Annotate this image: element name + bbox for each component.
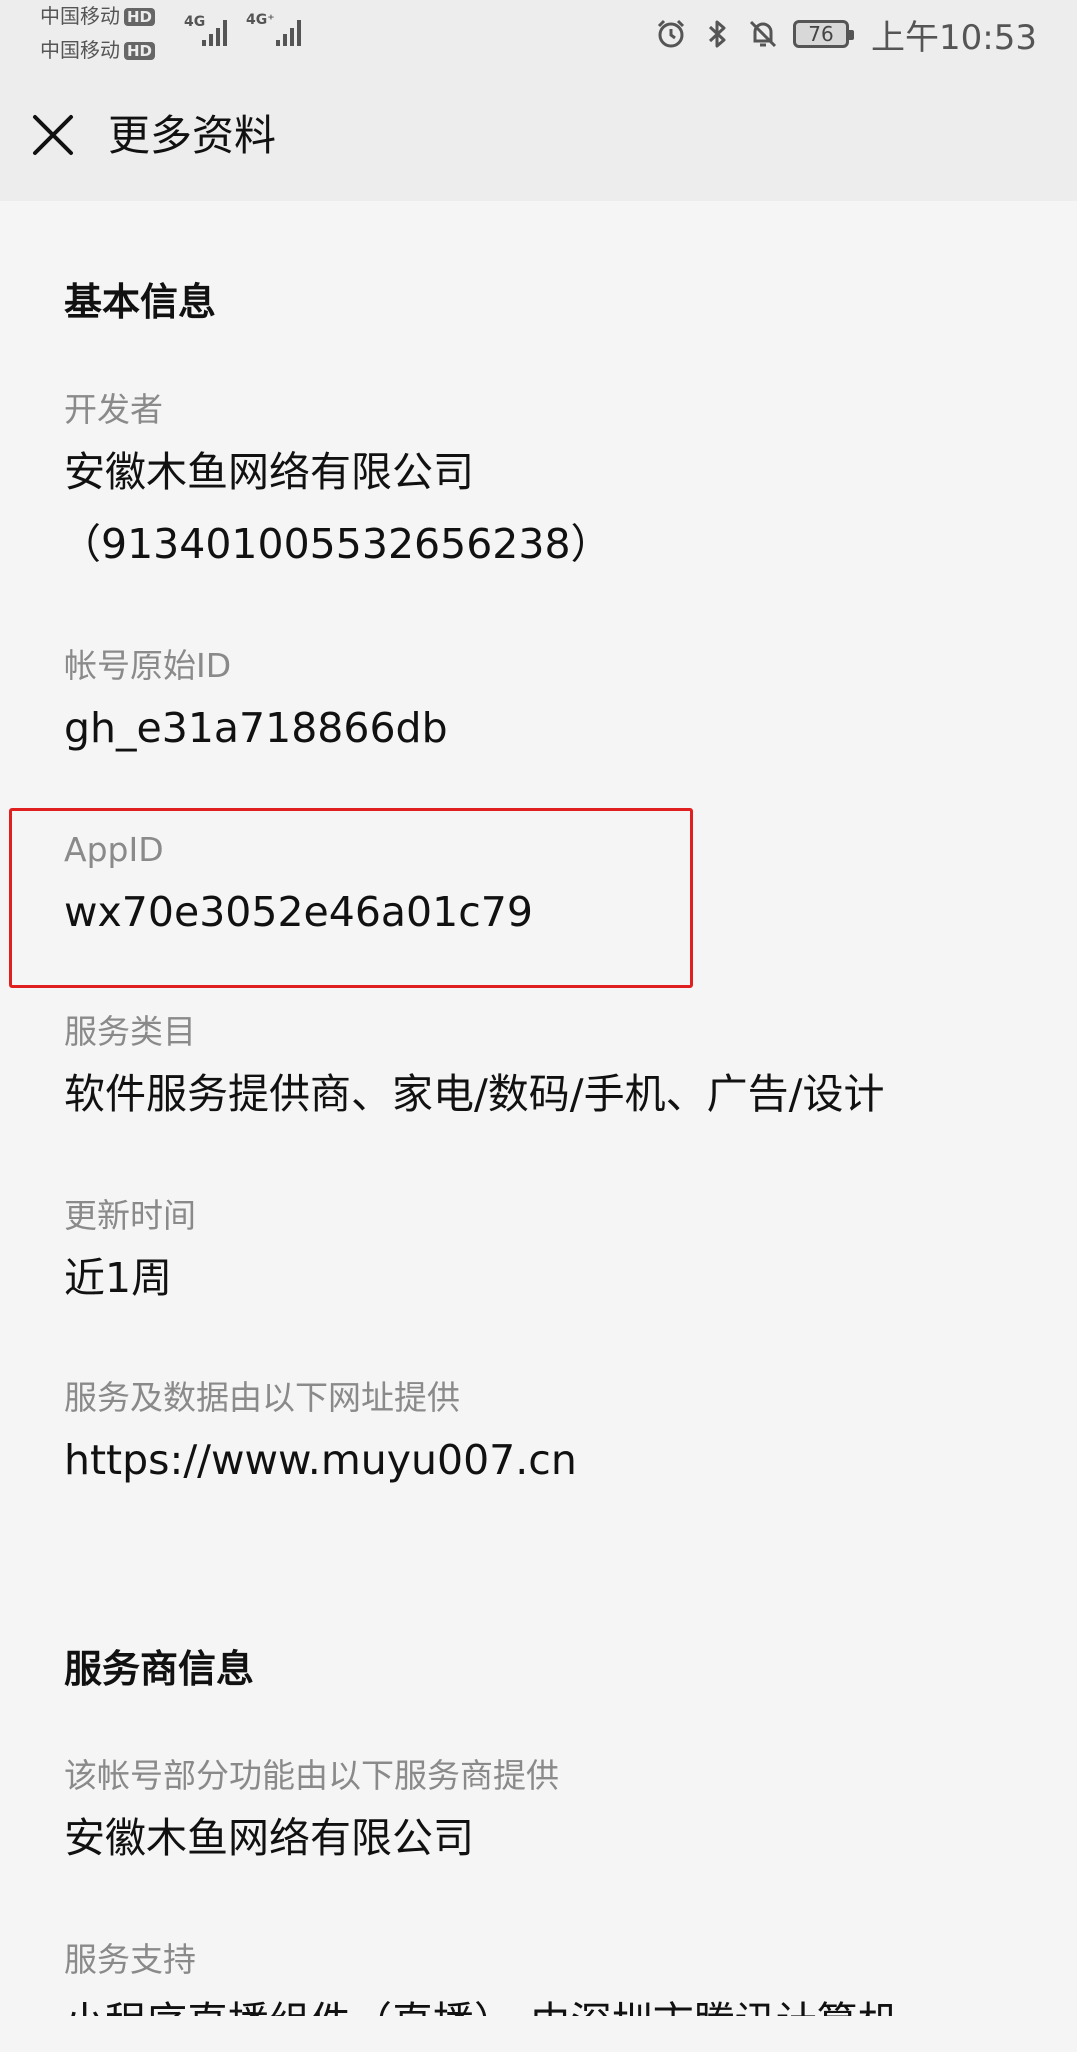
carrier-1: 中国移动 HD	[40, 4, 156, 28]
original-id-label: 帐号原始ID	[64, 646, 232, 685]
support-label: 服务支持	[64, 1940, 196, 1979]
developer-label: 开发者	[64, 390, 163, 429]
alarm-icon	[657, 19, 685, 48]
carrier-1-label: 中国移动	[40, 4, 120, 28]
provider-value: 安徽木鱼网络有限公司	[64, 1814, 474, 1862]
network-type-2: 4G⁺	[246, 12, 275, 28]
signal-bars-2-icon	[276, 14, 301, 46]
status-right: 76 上午10:53	[655, 8, 1037, 60]
title-bar: 更多资料	[0, 68, 1077, 201]
close-button[interactable]	[24, 106, 82, 164]
url-label: 服务及数据由以下网址提供	[64, 1378, 460, 1417]
section-title-basic-info: 基本信息	[64, 280, 217, 324]
section-title-provider-info: 服务商信息	[64, 1647, 255, 1691]
developer-code: （91340100553265623​8）	[60, 520, 612, 568]
provider-label: 该帐号部分功能由以下服务商提供	[64, 1756, 559, 1795]
mute-bell-icon	[749, 20, 777, 48]
category-value: 软件服务提供商、家电/数码/手机、广告/设计	[64, 1070, 885, 1118]
hd-badge-1: HD	[124, 8, 156, 26]
developer-name: 安徽木鱼网络有限公司	[64, 448, 474, 496]
hd-badge-2: HD	[124, 42, 156, 60]
signal-bars-1-icon	[202, 14, 227, 46]
appid-highlight-box	[9, 808, 693, 988]
update-time-label: 更新时间	[64, 1196, 196, 1235]
status-bar: 中国移动 HD 中国移动 HD 4G 4G⁺ 76 上午10:53	[0, 0, 1077, 68]
battery-icon: 76	[793, 20, 855, 48]
bluetooth-icon	[708, 20, 726, 48]
clock: 上午10:53	[871, 17, 1037, 58]
close-icon	[33, 115, 73, 155]
carrier-2: 中国移动 HD	[40, 38, 156, 62]
category-label: 服务类目	[64, 1012, 196, 1051]
url-value[interactable]: https://www.muyu007.cn	[64, 1430, 577, 1490]
carrier-2-label: 中国移动	[40, 38, 120, 62]
original-id-value: gh_e31a718866db	[64, 704, 448, 752]
bottom-cutoff	[0, 2016, 1077, 2048]
page-title: 更多资料	[108, 111, 277, 160]
update-time-value: 近1周	[64, 1254, 173, 1302]
